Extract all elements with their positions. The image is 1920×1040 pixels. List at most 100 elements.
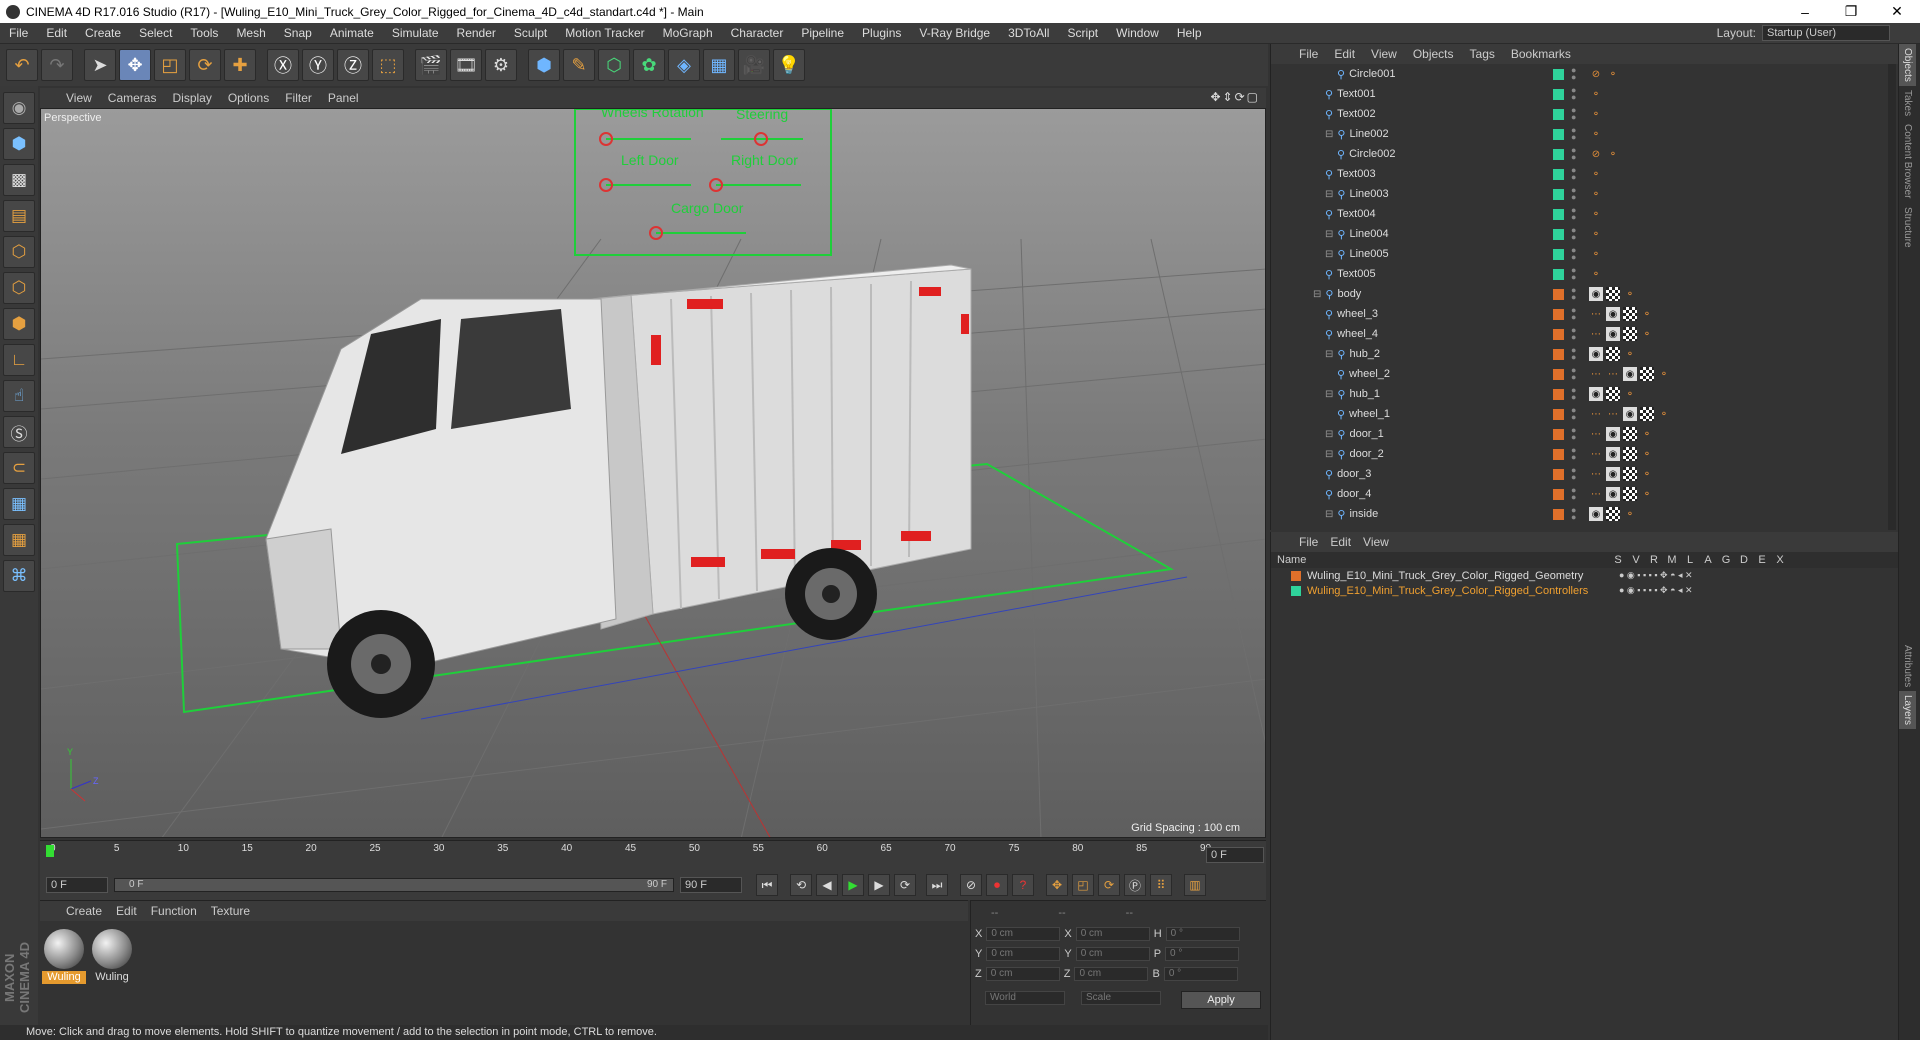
menu-sculpt[interactable]: Sculpt	[505, 26, 556, 40]
move-icon[interactable]: ✥	[119, 49, 151, 81]
select-arrow-icon[interactable]: ➤	[84, 49, 116, 81]
texture-tag-icon[interactable]: ◉	[1589, 507, 1603, 521]
viewport-menu-panel[interactable]: Panel	[322, 91, 365, 105]
apply-button[interactable]: Apply	[1181, 991, 1261, 1009]
expand-toggle-icon[interactable]: ⊟	[1325, 429, 1333, 440]
previous-key-icon[interactable]: ⟲	[790, 874, 812, 896]
visibility-dots-icon[interactable]: ● ●	[1571, 446, 1576, 462]
object-row[interactable]: ⊟ ⚲ body ● ● ◉ ⚬	[1271, 284, 1889, 304]
expand-toggle-icon[interactable]: ⊟	[1325, 249, 1333, 260]
visibility-dots-icon[interactable]: ● ●	[1571, 466, 1576, 482]
layer-color-swatch[interactable]	[1553, 88, 1564, 100]
protection-tag-icon[interactable]: ⚬	[1640, 467, 1654, 481]
visibility-dots-icon[interactable]: ● ●	[1571, 426, 1576, 442]
lock-workplane-icon[interactable]: ▦	[3, 488, 35, 520]
menu-3dtoall[interactable]: 3DToAll	[999, 26, 1058, 40]
layer-color-swatch[interactable]	[1553, 508, 1564, 520]
material-tag-icon[interactable]	[1606, 347, 1620, 361]
protection-tag-icon[interactable]: ⚬	[1589, 87, 1603, 101]
coordinate-system-icon[interactable]: ⬚	[372, 49, 404, 81]
object-row[interactable]: ⚲ Text004 ● ● ⚬	[1271, 204, 1889, 224]
protection-tag-icon[interactable]: ⚬	[1640, 307, 1654, 321]
visibility-dots-icon[interactable]: ● ●	[1571, 66, 1576, 82]
next-key-icon[interactable]: ⟳	[894, 874, 916, 896]
protection-tag-icon[interactable]: ⚬	[1640, 487, 1654, 501]
object-row[interactable]: ⊟ ⚲ Line003 ● ● ⚬	[1271, 184, 1889, 204]
protection-tag-icon[interactable]: ⚬	[1589, 227, 1603, 241]
visibility-dots-icon[interactable]: ● ●	[1571, 486, 1576, 502]
layer-color-swatch[interactable]	[1553, 68, 1564, 80]
layers-menu-edit[interactable]: Edit	[1324, 535, 1357, 549]
protection-tag-icon[interactable]: ⚬	[1623, 287, 1637, 301]
layer-flag-icons[interactable]: ● ◉ ▪ ▪ ▪ ▪ ✥ ◓ ◂ ✕	[1619, 585, 1693, 596]
layer-color-swatch[interactable]	[1553, 168, 1564, 180]
protection-tag-icon[interactable]: ⚬	[1606, 147, 1620, 161]
visibility-dots-icon[interactable]: ● ●	[1571, 146, 1576, 162]
selection-tag-icon[interactable]: ⋯	[1606, 407, 1620, 421]
expand-toggle-icon[interactable]: ⊟	[1313, 289, 1321, 300]
scale-icon[interactable]: ◰	[154, 49, 186, 81]
texture-tag-icon[interactable]: ◉	[1606, 487, 1620, 501]
size-y-field[interactable]: 0 cm	[1075, 947, 1150, 961]
timeline-ruler[interactable]: 051015202530354045505560657075808590 0 F	[40, 840, 1266, 870]
rotation-p-field[interactable]: 0 °	[1165, 947, 1240, 961]
protection-tag-icon[interactable]: ⚬	[1640, 427, 1654, 441]
protection-tag-icon[interactable]: ⚬	[1657, 367, 1671, 381]
polygons-mode-icon[interactable]: ⬢	[3, 308, 35, 340]
object-row[interactable]: ⊟ ⚲ inside ● ● ◉ ⚬	[1271, 504, 1889, 524]
position-z-field[interactable]: 0 cm	[985, 967, 1060, 981]
menu-mograph[interactable]: MoGraph	[654, 26, 722, 40]
object-row[interactable]: ⊟ ⚲ door_2 ● ● ⋯ ◉ ⚬	[1271, 444, 1889, 464]
minimize-icon[interactable]: –	[1782, 0, 1828, 23]
display-tag-icon[interactable]: ⊘	[1589, 67, 1603, 81]
menu-animate[interactable]: Animate	[321, 26, 383, 40]
layer-color-swatch[interactable]	[1553, 308, 1564, 320]
objects-menu-file[interactable]: File	[1293, 47, 1324, 61]
object-row[interactable]: ⚲ Text002 ● ● ⚬	[1271, 104, 1889, 124]
tab-objects[interactable]: Objects	[1899, 44, 1916, 86]
texture-tag-icon[interactable]: ◉	[1606, 447, 1620, 461]
undo-icon[interactable]: ↶	[6, 49, 38, 81]
rotate-icon[interactable]: ⟳	[189, 49, 221, 81]
objects-menu-objects[interactable]: Objects	[1407, 47, 1460, 61]
selection-tag-icon[interactable]: ⋯	[1589, 407, 1603, 421]
menu-edit[interactable]: Edit	[37, 26, 76, 40]
selection-tag-icon[interactable]: ⋯	[1606, 367, 1620, 381]
material-tag-icon[interactable]	[1623, 487, 1637, 501]
selection-tag-icon[interactable]: ⋯	[1589, 427, 1603, 441]
autokey-icon[interactable]: ?	[1012, 874, 1034, 896]
layer-color-swatch[interactable]	[1553, 188, 1564, 200]
frame-range-slider[interactable]: 0 F 90 F	[114, 878, 674, 892]
tab-content-browser[interactable]: Content Browser	[1899, 120, 1916, 202]
display-tag-icon[interactable]: ⊘	[1589, 147, 1603, 161]
viewport-navigation-icon[interactable]: ✥⇕⟳▢	[1210, 90, 1260, 104]
material-tag-icon[interactable]	[1606, 507, 1620, 521]
key-position-icon[interactable]: ✥	[1046, 874, 1068, 896]
object-row[interactable]: ⚲ wheel_3 ● ● ⋯ ◉ ⚬	[1271, 304, 1889, 324]
layer-color-swatch[interactable]	[1553, 268, 1564, 280]
menu-snap[interactable]: Snap	[275, 26, 321, 40]
material-tag-icon[interactable]	[1623, 427, 1637, 441]
key-point-level-icon[interactable]: ⠿	[1150, 874, 1172, 896]
material-menu-texture[interactable]: Texture	[207, 904, 254, 918]
visibility-dots-icon[interactable]: ● ●	[1571, 326, 1576, 342]
object-row[interactable]: ⚲ Text005 ● ● ⚬	[1271, 264, 1889, 284]
object-row[interactable]: ⚲ Text001 ● ● ⚬	[1271, 84, 1889, 104]
size-z-field[interactable]: 0 cm	[1074, 967, 1149, 981]
material-menu-create[interactable]: Create	[62, 904, 106, 918]
go-to-start-icon[interactable]: ⏮	[756, 874, 778, 896]
array-icon[interactable]: ✿	[633, 49, 665, 81]
light-icon[interactable]: 💡	[773, 49, 805, 81]
expand-toggle-icon[interactable]: ⊟	[1325, 449, 1333, 460]
protection-tag-icon[interactable]: ⚬	[1589, 267, 1603, 281]
magnet-icon[interactable]: ⊂	[3, 452, 35, 484]
texture-tag-icon[interactable]: ◉	[1623, 407, 1637, 421]
object-row[interactable]: ⊟ ⚲ Line002 ● ● ⚬	[1271, 124, 1889, 144]
axis-icon[interactable]: ∟	[3, 344, 35, 376]
render-picture-icon[interactable]: 🎞	[450, 49, 482, 81]
visibility-dots-icon[interactable]: ● ●	[1571, 86, 1576, 102]
viewport-menu-filter[interactable]: Filter	[279, 91, 318, 105]
visibility-dots-icon[interactable]: ● ●	[1571, 286, 1576, 302]
protection-tag-icon[interactable]: ⚬	[1589, 187, 1603, 201]
restore-icon[interactable]: ❐	[1828, 0, 1874, 23]
